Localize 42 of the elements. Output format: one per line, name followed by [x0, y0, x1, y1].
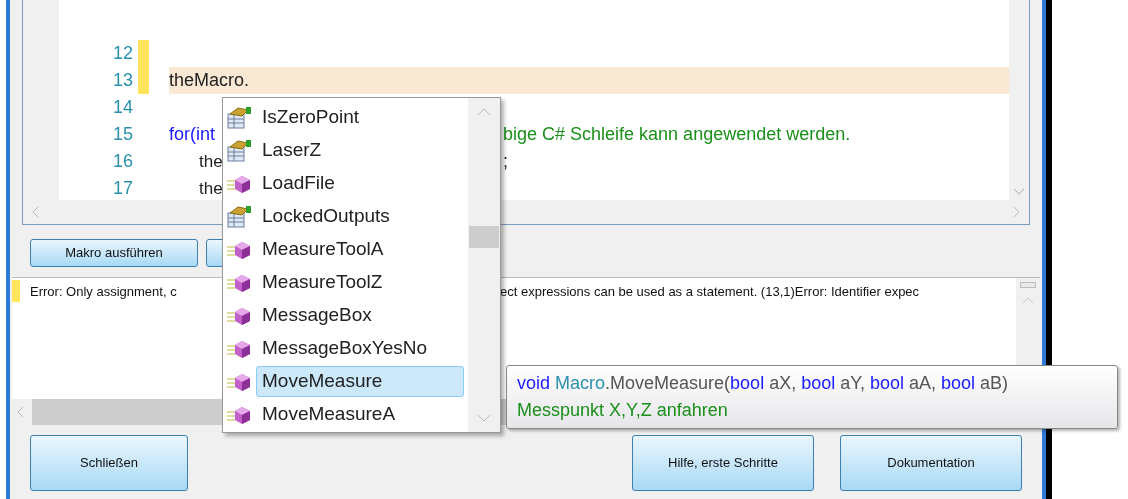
completion-item[interactable]: MeasureToolZ: [226, 266, 464, 299]
completion-item[interactable]: LoadFile: [226, 167, 464, 200]
vertical-scrollbar[interactable]: [468, 98, 500, 432]
line-number: 14: [111, 96, 133, 119]
completion-item[interactable]: MoveMeasureA: [226, 398, 464, 431]
completion-item[interactable]: LockedOutputs: [226, 200, 464, 233]
scroll-down-icon[interactable]: [1013, 188, 1025, 196]
button[interactable]: Makro ausführen: [30, 239, 198, 267]
line-number: 16: [111, 150, 133, 173]
property-icon: [226, 138, 252, 163]
code-text: the: [198, 151, 223, 171]
scroll-right-icon[interactable]: [1013, 206, 1021, 218]
code-text: bige C# Schleife kann angewendet werden.: [503, 124, 851, 144]
completion-item[interactable]: LaserZ: [226, 134, 464, 167]
method-description: Messpunkt X,Y,Z anfahren: [517, 399, 729, 422]
code-text: ;: [503, 151, 508, 171]
error-message: Error: Only assignment, c: [30, 283, 177, 301]
scroll-up-icon[interactable]: [1022, 296, 1034, 304]
property-icon: [226, 105, 252, 130]
line-number: 13: [111, 69, 133, 92]
line-number: 12: [111, 42, 133, 65]
button[interactable]: Dokumentation: [840, 435, 1022, 491]
completion-item[interactable]: MeasureToolA: [226, 233, 464, 266]
code-text: for(int: [169, 124, 215, 144]
error-marker: [12, 280, 20, 302]
scroll-left-icon[interactable]: [16, 406, 24, 418]
scrollbar-thumb[interactable]: [1020, 282, 1036, 288]
property-icon: [226, 204, 252, 229]
completion-item[interactable]: MessageBoxYesNo: [226, 332, 464, 365]
method-signature: void Macro.MoveMeasure(bool aX, bool aY, bool aA, bool aB): [517, 372, 1009, 395]
button[interactable]: Hilfe, erste Schritte: [632, 435, 814, 491]
code-text: the: [198, 178, 223, 198]
error-message: ect expressions can be used as a statement. (13,1)Error: Identifier expec: [500, 283, 920, 301]
scroll-left-icon[interactable]: [31, 206, 39, 218]
scroll-up-icon[interactable]: [477, 108, 491, 116]
line-number: 17: [111, 177, 133, 200]
button[interactable]: Schließen: [30, 435, 188, 491]
scrollbar-thumb[interactable]: [469, 226, 499, 248]
scroll-down-icon[interactable]: [477, 414, 491, 422]
completion-item[interactable]: IsZeroPoint: [226, 101, 464, 134]
completion-item[interactable]: MessageBox: [226, 299, 464, 332]
line-number: 15: [111, 123, 133, 146]
